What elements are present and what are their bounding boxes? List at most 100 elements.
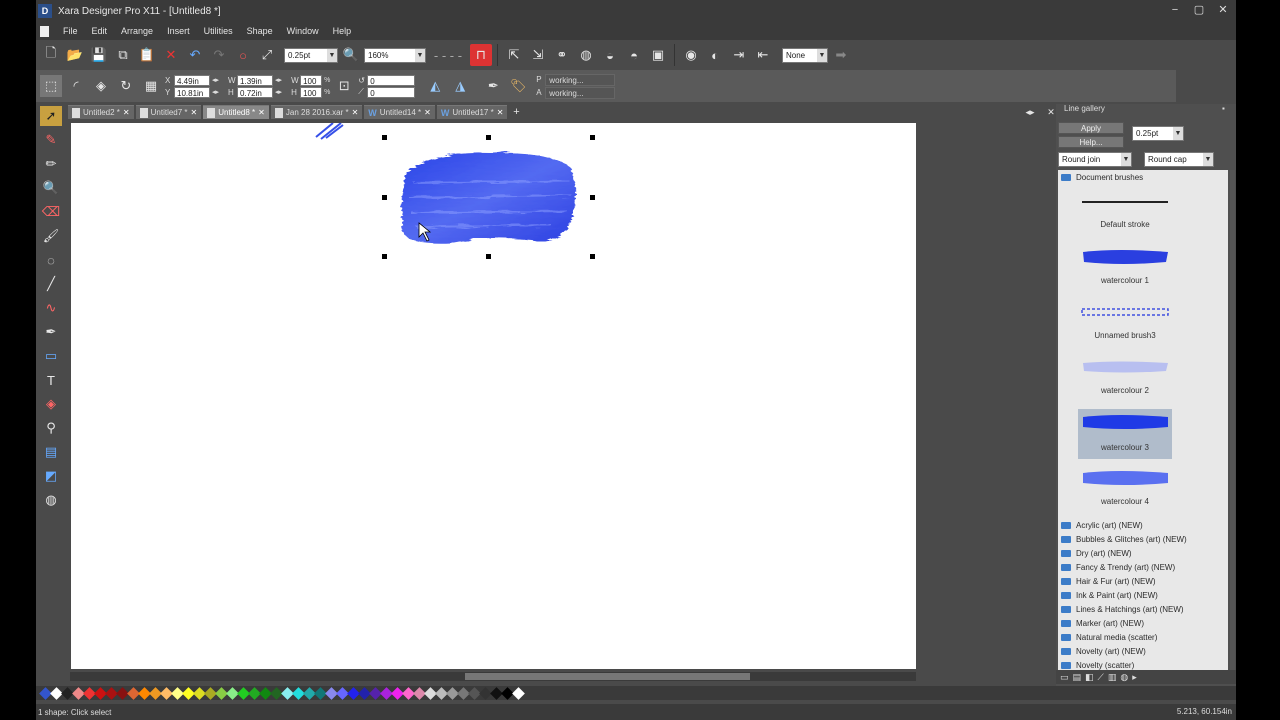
tab-untitled17[interactable]: W Untitled17 * ✕ xyxy=(436,105,508,119)
brush-watercolour-2[interactable]: watercolour 2 xyxy=(1078,354,1172,404)
folder-marker[interactable]: Marker (art) (NEW) xyxy=(1058,616,1228,630)
gallery-width-select[interactable]: 0.25pt ▼ xyxy=(1132,126,1184,141)
paste-icon[interactable]: 📋 xyxy=(136,44,158,66)
shadow-tool-icon[interactable]: ▤ xyxy=(40,442,62,462)
join-select[interactable]: Round join ▼ xyxy=(1058,152,1132,167)
grid-icon[interactable]: ▦ xyxy=(140,75,162,97)
w-scale-field[interactable]: 100 xyxy=(300,74,323,86)
close-tab-icon[interactable]: ✕ xyxy=(352,108,359,117)
gallery-more-icon[interactable]: ▸ xyxy=(1132,672,1137,683)
canvas-area[interactable] xyxy=(68,120,1077,673)
publish-icon[interactable]: ◒ xyxy=(599,44,621,66)
gallery-fill-icon[interactable]: ◧ xyxy=(1085,672,1094,683)
selection-handle[interactable] xyxy=(486,254,491,259)
gallery-folder-icon[interactable]: ▭ xyxy=(1060,672,1069,683)
selection-handle[interactable] xyxy=(486,135,491,140)
transform-icon[interactable]: ⤢ xyxy=(256,44,278,66)
zoom-icon[interactable]: 🔍 xyxy=(340,44,362,66)
gallery-layers-icon[interactable]: ▥ xyxy=(1108,672,1117,683)
line-tool-icon[interactable]: ╱ xyxy=(40,274,62,294)
y-field[interactable]: 10.81in xyxy=(174,86,210,98)
selection-handle[interactable] xyxy=(590,195,595,200)
w-stepper-icon[interactable]: ◂▸ xyxy=(275,76,282,84)
open-icon[interactable]: 📂 xyxy=(64,44,86,66)
folder-fancy-trendy[interactable]: Fancy & Trendy (art) (NEW) xyxy=(1058,560,1228,574)
app-logo-icon[interactable]: D xyxy=(38,4,52,18)
close-tab-icon[interactable]: ✕ xyxy=(123,108,130,117)
folder-dry[interactable]: Dry (art) (NEW) xyxy=(1058,546,1228,560)
selection-handle[interactable] xyxy=(590,254,595,259)
cap-select[interactable]: Round cap ▼ xyxy=(1144,152,1214,167)
document-menu-icon[interactable] xyxy=(40,25,49,37)
shape-editor-icon[interactable]: ∿ xyxy=(40,298,62,318)
gallery-web-icon[interactable]: ◍ xyxy=(1120,672,1128,683)
maximize-icon[interactable]: ▢ xyxy=(1190,2,1208,18)
folder-hair-fur[interactable]: Hair & Fur (art) (NEW) xyxy=(1058,574,1228,588)
selection-handle[interactable] xyxy=(382,254,387,259)
tab-scroll-icon[interactable]: ◂▸ xyxy=(1020,105,1040,119)
selection-handle[interactable] xyxy=(382,135,387,140)
gallery-doc-icon[interactable]: ▤ xyxy=(1073,672,1082,683)
menu-help[interactable]: Help xyxy=(333,26,352,36)
undo-icon[interactable]: ↶ xyxy=(184,44,206,66)
fill-select[interactable]: None ▼ xyxy=(782,47,828,63)
folder-lines-hatchings[interactable]: Lines & Hatchings (art) (NEW) xyxy=(1058,602,1228,616)
selection-handle[interactable] xyxy=(590,135,595,140)
menu-utilities[interactable]: Utilities xyxy=(204,26,233,36)
fill-mode-icon[interactable]: ◈ xyxy=(90,75,112,97)
tab-untitled7[interactable]: Untitled7 * ✕ xyxy=(135,105,202,119)
gallery-scrollbar[interactable] xyxy=(1230,170,1235,674)
drawing-svg[interactable] xyxy=(71,122,916,669)
h-stepper-icon[interactable]: ◂▸ xyxy=(275,88,282,96)
link-icon[interactable]: ⚭ xyxy=(551,44,573,66)
selector-mode-icon[interactable]: ⬚ xyxy=(40,75,62,97)
h-field[interactable]: 0.72in xyxy=(237,86,274,98)
pen-tool-icon[interactable]: ✒ xyxy=(482,75,504,97)
copy-icon[interactable]: ⧉ xyxy=(112,44,134,66)
new-document-icon[interactable]: 🗋 xyxy=(40,44,62,66)
close-icon[interactable]: ✕ xyxy=(1214,2,1232,18)
angle-field[interactable]: 0 xyxy=(367,74,416,86)
horizontal-scrollbar[interactable] xyxy=(70,672,916,681)
transparency-tool-icon[interactable]: ⚲ xyxy=(40,418,62,438)
brush-default-stroke[interactable]: Default stroke xyxy=(1078,188,1172,238)
brush-watercolour-1[interactable]: watercolour 1 xyxy=(1078,244,1172,294)
fill-tool-icon[interactable]: ◈ xyxy=(40,394,62,414)
brush-watercolour-4[interactable]: watercolour 4 xyxy=(1078,465,1172,515)
frame-icon[interactable]: ▣ xyxy=(647,44,669,66)
selector-tool-icon[interactable]: ➚ xyxy=(40,106,62,126)
zoom-select[interactable]: 160% ▼ xyxy=(364,47,426,63)
tab-untitled14[interactable]: W Untitled14 * ✕ xyxy=(364,105,435,119)
line-width-select[interactable]: 0.25pt ▼ xyxy=(284,47,338,63)
flip-vertical-icon[interactable]: ◮ xyxy=(449,75,471,97)
folder-natural-media[interactable]: Natural media (scatter) xyxy=(1058,630,1228,644)
tab-jan-28-2016[interactable]: Jan 28 2016.xar * ✕ xyxy=(270,105,363,119)
forward-arrow-icon[interactable]: ➡ xyxy=(830,44,852,66)
menu-arrange[interactable]: Arrange xyxy=(121,26,153,36)
pen-tool-icon[interactable]: ✒ xyxy=(40,322,62,342)
menu-insert[interactable]: Insert xyxy=(167,26,190,36)
brush-stroke-corner[interactable] xyxy=(315,122,344,140)
document-page[interactable] xyxy=(71,122,916,669)
menu-shape[interactable]: Shape xyxy=(247,26,273,36)
folder-bubbles-glitches[interactable]: Bubbles & Glitches (art) (NEW) xyxy=(1058,532,1228,546)
eraser-tool-icon[interactable]: ⌫ xyxy=(40,202,62,222)
contour-tool-icon[interactable]: ◌ xyxy=(40,250,62,270)
menu-window[interactable]: Window xyxy=(287,26,319,36)
web-icon[interactable]: ◍ xyxy=(575,44,597,66)
photo-tool-icon[interactable]: ✎ xyxy=(40,130,62,150)
selection-handle[interactable] xyxy=(382,195,387,200)
color-swatch[interactable] xyxy=(511,686,525,700)
extrude-tool-icon[interactable]: ◩ xyxy=(40,466,62,486)
live-effects-icon[interactable]: ◉ xyxy=(680,44,702,66)
export-icon[interactable]: ◓ xyxy=(623,44,645,66)
close-tab-icon[interactable]: ✕ xyxy=(424,108,431,117)
delete-icon[interactable]: ✕ xyxy=(160,44,182,66)
tag-icon[interactable]: 🏷 xyxy=(507,75,529,97)
pointer-options-icon[interactable]: ⇱ xyxy=(503,44,525,66)
curve-mode-icon[interactable]: ◜ xyxy=(65,75,87,97)
flip-horizontal-icon[interactable]: ◭ xyxy=(424,75,446,97)
menu-file[interactable]: File xyxy=(63,26,78,36)
add-tab-icon[interactable]: + xyxy=(509,105,523,119)
rotate-mode-icon[interactable]: ↻ xyxy=(115,75,137,97)
